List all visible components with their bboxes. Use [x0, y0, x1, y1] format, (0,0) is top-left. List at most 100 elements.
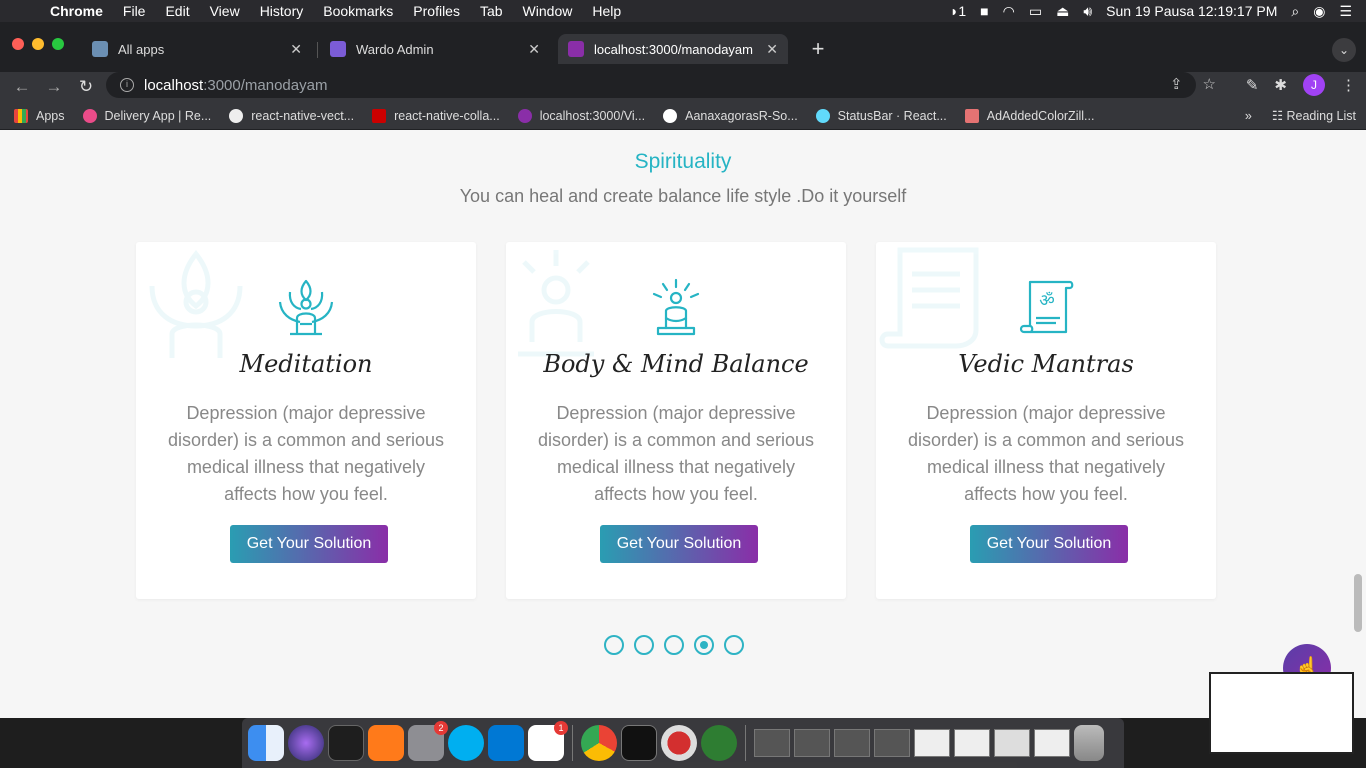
terminal-icon[interactable] [621, 725, 657, 761]
tab-title: localhost:3000/manodayam [594, 41, 753, 57]
bookmark-delivery-app[interactable]: Delivery App | Re... [82, 108, 211, 123]
minimized-window[interactable] [874, 729, 910, 757]
back-icon[interactable]: ← [6, 77, 38, 97]
lotus-watermark-icon [149, 249, 243, 358]
maximize-window-button[interactable] [52, 38, 64, 50]
eject-icon[interactable]: ⏏ [1056, 3, 1069, 20]
tab-wardo-admin[interactable]: Wardo Admin ✕ [320, 34, 550, 64]
github-icon [663, 108, 678, 123]
minimize-window-button[interactable] [32, 38, 44, 50]
meditation-watermark-icon [518, 250, 594, 357]
finder-icon[interactable] [248, 725, 284, 761]
menu-history[interactable]: History [250, 3, 314, 19]
close-tab-icon[interactable]: ✕ [528, 41, 540, 58]
minimized-window[interactable] [914, 729, 950, 757]
card-vedic-mantras: ॐ Vedic Mantras Depression (major depres… [876, 242, 1216, 599]
menu-view[interactable]: View [200, 3, 250, 19]
siri-dock-icon[interactable] [288, 725, 324, 761]
screen-recorder-icon[interactable] [661, 725, 697, 761]
bookmark-colorzilla[interactable]: AdAddedColorZill... [964, 108, 1094, 123]
siri-icon[interactable]: ◉ [1313, 3, 1325, 20]
bookmark-label: AanaxagorasR-So... [685, 108, 798, 123]
menu-bookmarks[interactable]: Bookmarks [313, 3, 403, 19]
tab-manodayam[interactable]: localhost:3000/manodayam ✕ [558, 34, 788, 64]
screenshot-thumbnail-preview[interactable] [1209, 672, 1354, 754]
clock[interactable]: Sun 19 Pausa 12:19:17 PM [1106, 3, 1277, 19]
card-title: Vedic Mantras [958, 350, 1134, 378]
mail-app-icon[interactable]: 1 [528, 721, 568, 761]
tab-search-button[interactable]: ⌄ [1332, 38, 1356, 62]
minimized-window[interactable] [754, 729, 790, 757]
close-tab-icon[interactable]: ✕ [290, 41, 302, 58]
extensions-puzzle-icon[interactable]: ✱ [1274, 76, 1287, 94]
control-center-icon[interactable]: ☰ [1339, 3, 1352, 20]
new-tab-button[interactable]: + [806, 38, 830, 62]
minimized-window[interactable] [994, 729, 1030, 757]
reading-list-button[interactable]: ☷ Reading List [1272, 108, 1356, 123]
menu-edit[interactable]: Edit [155, 3, 199, 19]
carousel-dot[interactable] [694, 635, 714, 655]
minimized-window[interactable] [794, 729, 830, 757]
window-controls [12, 38, 64, 50]
chrome-dock-icon[interactable] [581, 725, 617, 761]
page-scrollbar[interactable] [1354, 574, 1362, 632]
vpn-status-icon[interactable]: ◗1 [950, 3, 966, 19]
airplay-icon[interactable]: ▭ [1029, 3, 1042, 20]
more-bookmarks-icon[interactable]: » [1245, 109, 1252, 123]
card-meditation: Meditation Depression (major depressive … [136, 242, 476, 599]
trash-icon[interactable] [1074, 725, 1104, 761]
menu-help[interactable]: Help [582, 3, 631, 19]
close-window-button[interactable] [12, 38, 24, 50]
menu-window[interactable]: Window [513, 3, 583, 19]
site-info-icon[interactable]: i [120, 78, 134, 92]
skype-icon[interactable] [448, 725, 484, 761]
share-icon[interactable]: ⇪ [1170, 75, 1183, 93]
vscode-icon[interactable] [488, 725, 524, 761]
get-solution-button[interactable]: Get Your Solution [230, 525, 388, 563]
bookmarks-right: » ☷ Reading List [1245, 108, 1356, 124]
bookmark-apps[interactable]: Apps [14, 108, 65, 123]
card-body-mind-balance: Body & Mind Balance Depression (major de… [506, 242, 846, 599]
globe-icon [229, 108, 244, 123]
menu-app-name[interactable]: Chrome [40, 3, 113, 19]
bookmark-react-native-vector[interactable]: react-native-vect... [229, 108, 354, 123]
bookmark-label: localhost:3000/Vi... [539, 108, 646, 123]
draw-app-icon[interactable] [368, 725, 404, 761]
android-studio-icon[interactable] [328, 725, 364, 761]
bookmark-star-icon[interactable]: ☆ [1203, 75, 1216, 93]
om-glyph: ॐ [1039, 291, 1055, 311]
editor-app-icon[interactable] [701, 725, 737, 761]
search-icon[interactable]: ⌕ [1291, 3, 1299, 20]
minimized-window[interactable] [954, 729, 990, 757]
reload-icon[interactable]: ↻ [70, 77, 102, 97]
get-solution-button[interactable]: Get Your Solution [600, 525, 758, 563]
browser-toolbar: ← → ↻ i localhost:3000/manodayam ⇪ ☆ ✎ ✱… [0, 72, 1366, 102]
carousel-dot[interactable] [634, 635, 654, 655]
get-solution-button[interactable]: Get Your Solution [970, 525, 1128, 563]
colorzilla-extension-icon[interactable]: ✎ [1246, 76, 1259, 94]
carousel-dot[interactable] [724, 635, 744, 655]
minimized-window[interactable] [1034, 729, 1070, 757]
close-tab-icon[interactable]: ✕ [766, 41, 778, 58]
minimized-window[interactable] [834, 729, 870, 757]
menu-profiles[interactable]: Profiles [403, 3, 470, 19]
bookmark-statusbar-react[interactable]: StatusBar · React... [815, 108, 947, 123]
chrome-menu-icon[interactable]: ⋮ [1341, 76, 1356, 94]
carousel-dot[interactable] [664, 635, 684, 655]
record-icon[interactable]: ■ [980, 3, 988, 19]
tab-all-apps[interactable]: All apps ✕ [82, 34, 312, 64]
dribbble-icon [82, 108, 97, 123]
bookmark-github[interactable]: AanaxagorasR-So... [663, 108, 798, 123]
carousel-dot[interactable] [604, 635, 624, 655]
profile-avatar[interactable]: J [1303, 74, 1325, 96]
menu-tab[interactable]: Tab [470, 3, 513, 19]
vpn-indicator: 1 [958, 3, 967, 19]
system-preferences-icon[interactable]: 2 [408, 721, 448, 761]
menu-file[interactable]: File [113, 3, 156, 19]
bookmark-react-native-collapsible[interactable]: react-native-colla... [372, 108, 500, 123]
forward-icon[interactable]: → [38, 77, 70, 97]
wifi-icon[interactable]: ◠ [1003, 3, 1015, 20]
bookmark-localhost[interactable]: localhost:3000/Vi... [517, 108, 646, 123]
volume-icon[interactable]: 🔊︎ [1083, 3, 1092, 20]
address-bar[interactable]: i localhost:3000/manodayam [106, 72, 1196, 98]
